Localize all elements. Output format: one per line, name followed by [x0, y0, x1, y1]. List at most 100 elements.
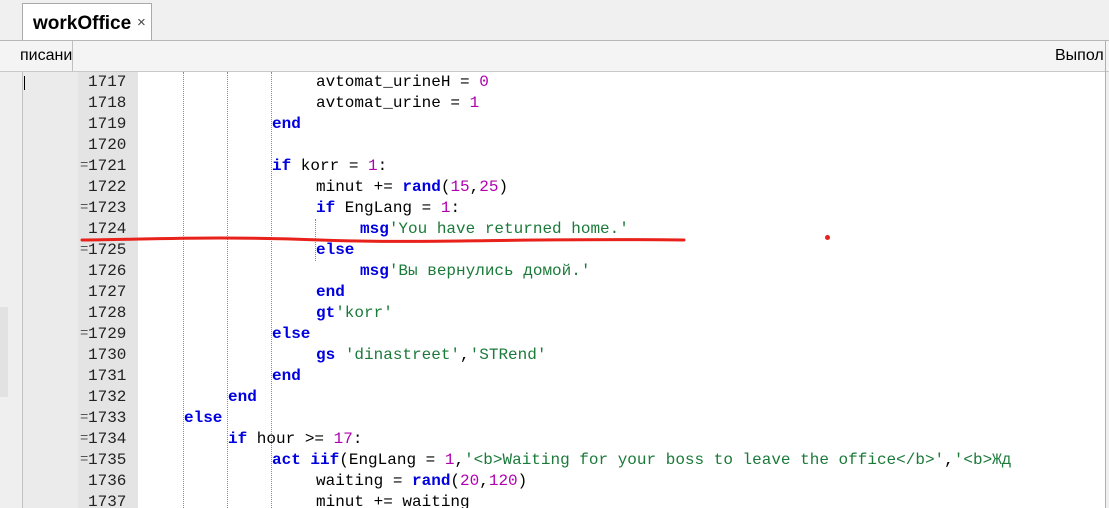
line-number: 1732 — [88, 388, 127, 406]
code-token: 1 — [469, 94, 480, 112]
code-line-1736[interactable]: 1736 waiting = rand(20,120) — [78, 471, 1105, 492]
line-number: 1736 — [88, 472, 127, 490]
code-text: minut += rand(15,25) — [316, 177, 508, 198]
code-line-1734[interactable]: = 1734 if hour >= 17: — [78, 429, 1105, 450]
code-token: 1 — [440, 199, 451, 217]
code-line-1722[interactable]: 1722 minut += rand(15,25) — [78, 177, 1105, 198]
execution-header-label: Выпол — [1055, 47, 1104, 64]
code-line-1728[interactable]: 1728 gt'korr' — [78, 303, 1105, 324]
code-token: ) — [498, 178, 509, 196]
code-token: EngLang = — [335, 199, 441, 217]
line-number: 1730 — [88, 346, 127, 364]
description-panel[interactable] — [22, 72, 79, 508]
code-token: gs — [316, 346, 336, 364]
left-strip — [0, 72, 22, 508]
code-token: 17 — [333, 430, 353, 448]
code-text: act iif(EngLang = 1,'<b>Waiting for your… — [272, 450, 1011, 471]
code-token: : — [377, 157, 388, 175]
code-token: end — [272, 115, 301, 133]
code-text: end — [316, 282, 345, 303]
code-token: avtomat_urineH = — [316, 73, 480, 91]
code-token: 120 — [488, 472, 518, 490]
code-line-1721[interactable]: = 1721 if korr = 1: — [78, 156, 1105, 177]
code-text: avtomat_urineH = 0 — [316, 72, 489, 93]
code-token: iif — [310, 451, 340, 469]
line-number: 1735 — [88, 451, 127, 469]
code-line-1731[interactable]: 1731 end — [78, 366, 1105, 387]
line-number: 1723 — [88, 199, 127, 217]
line-number: 1727 — [88, 283, 127, 301]
code-token: act — [272, 451, 301, 469]
code-token: 'dinastreet' — [344, 346, 461, 364]
code-token: , — [944, 451, 954, 469]
line-number: 1729 — [88, 325, 127, 343]
code-text: waiting = rand(20,120) — [316, 471, 527, 492]
code-token: else — [272, 325, 311, 343]
line-number: 1722 — [88, 178, 127, 196]
code-text: if hour >= 17: — [228, 429, 362, 450]
code-token: ( — [450, 472, 461, 490]
code-editor[interactable]: 1717 avtomat_urineH = 0 1718 avtomat_urine … — [78, 72, 1105, 508]
code-token: : — [352, 430, 363, 448]
code-token: 1 — [368, 157, 378, 175]
close-icon[interactable]: × — [137, 14, 146, 31]
code-token: 0 — [479, 73, 489, 91]
code-token: '<b>Waiting for your boss to leave the o… — [464, 451, 945, 469]
code-token: ( — [440, 178, 451, 196]
code-token: '<b>Жд — [953, 451, 1012, 469]
code-token: end — [228, 388, 257, 406]
panel-header: писани Выпол — [0, 41, 1109, 72]
code-text: else — [272, 324, 310, 345]
code-token: 15 — [450, 178, 470, 196]
line-number: 1726 — [88, 262, 127, 280]
code-token: rand — [402, 178, 441, 196]
text-caret — [24, 76, 25, 90]
code-line-1737[interactable]: 1737 minut += waiting — [78, 492, 1105, 508]
line-number: 1728 — [88, 304, 127, 322]
code-token: minut += waiting — [316, 493, 470, 508]
code-token: avtomat_urine = — [316, 94, 470, 112]
line-number: 1733 — [88, 409, 127, 427]
line-number: 1720 — [88, 136, 127, 154]
code-token: else — [184, 409, 223, 427]
code-text: avtomat_urine = 1 — [316, 93, 479, 114]
code-token: waiting = — [316, 472, 413, 490]
code-line-1719[interactable]: 1719 end — [78, 114, 1105, 135]
code-token: (EngLang = — [339, 451, 445, 469]
code-line-1730[interactable]: 1730 gs 'dinastreet','STRend' — [78, 345, 1105, 366]
code-token: if — [228, 430, 248, 448]
code-line-1720[interactable]: 1720 — [78, 135, 1105, 156]
line-number: 1718 — [88, 94, 127, 112]
code-text: if korr = 1: — [272, 156, 387, 177]
line-number: 1721 — [88, 157, 127, 175]
code-token: , — [469, 178, 480, 196]
tab-workoffice[interactable]: workOffice × — [22, 3, 152, 40]
code-token: korr = — [291, 157, 369, 175]
code-line-1733[interactable]: = 1733 else — [78, 408, 1105, 429]
code-token: 20 — [460, 472, 480, 490]
code-token: if — [316, 199, 336, 217]
code-line-1717[interactable]: 1717 avtomat_urineH = 0 — [78, 72, 1105, 93]
code-line-1726[interactable]: 1726 msg'Вы вернулись домой.' — [78, 261, 1105, 282]
code-token: : — [450, 199, 461, 217]
code-line-1732[interactable]: 1732 end — [78, 387, 1105, 408]
tab-title: workOffice — [33, 13, 132, 34]
code-text: msg'Вы вернулись домой.' — [360, 261, 590, 282]
code-line-1729[interactable]: = 1729 else — [78, 324, 1105, 345]
code-token: 25 — [479, 178, 499, 196]
code-line-1718[interactable]: 1718 avtomat_urine = 1 — [78, 93, 1105, 114]
panel-divider[interactable] — [1105, 41, 1106, 508]
code-line-1727[interactable]: 1727 end — [78, 282, 1105, 303]
red-underline-annotation — [80, 236, 686, 243]
code-line-1723[interactable]: = 1723 if EngLang = 1: — [78, 198, 1105, 219]
code-token: hour >= — [247, 430, 334, 448]
line-number: 1719 — [88, 115, 127, 133]
code-token: msg — [360, 262, 389, 280]
code-line-1735[interactable]: = 1735 act iif(EngLang = 1,'<b>Waiting for… — [78, 450, 1105, 471]
code-text: end — [228, 387, 257, 408]
code-text: minut += waiting — [316, 492, 470, 508]
code-token: if — [272, 157, 292, 175]
code-token: 'Вы вернулись домой.' — [388, 262, 591, 280]
line-number: 1717 — [88, 73, 127, 91]
